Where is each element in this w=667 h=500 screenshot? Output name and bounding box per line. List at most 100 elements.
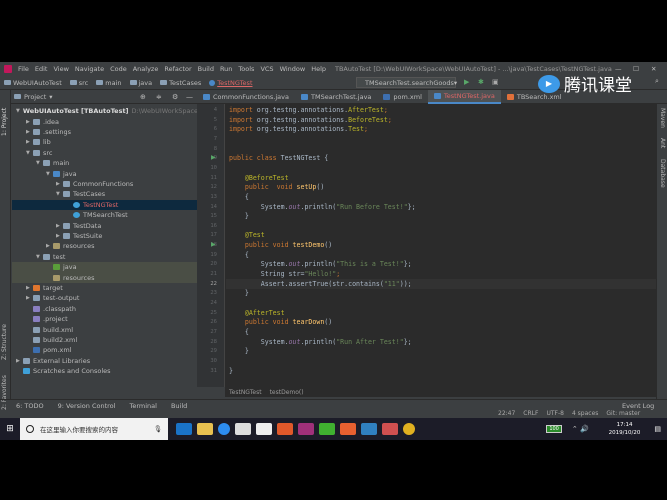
expanded-arrow-icon[interactable]: ▼ [36,254,43,260]
breadcrumb-item[interactable]: WebUIAutoTest [4,79,62,87]
taskbar-search[interactable]: 在这里输入你要搜索的内容 🎙 [20,418,168,440]
file-explorer-icon[interactable] [197,423,213,435]
tool-terminal[interactable]: Terminal [129,402,156,410]
breadcrumb-item[interactable]: TestCases [160,79,201,87]
tree-item[interactable]: ▼ src [12,148,197,158]
tree-item[interactable]: ▶ lib [12,137,197,147]
caret-position[interactable]: 22:47 [498,410,515,417]
tree-item[interactable]: ▶ TestSuite [12,231,197,241]
tool-build[interactable]: Build [171,402,187,410]
app-red-icon[interactable] [382,423,398,435]
tree-item[interactable]: ▼ WebUIAutoTest [TBAutoTest] D:\WebUIWorkS… [12,106,214,116]
collapsed-arrow-icon[interactable]: ▶ [26,119,33,125]
expanded-arrow-icon[interactable]: ▼ [26,150,33,156]
tree-item[interactable]: ▼ main [12,158,197,168]
hide-icon[interactable]: — [186,93,193,101]
breadcrumb-item[interactable]: main [96,79,122,87]
edge-icon[interactable] [176,423,192,435]
collapsed-arrow-icon[interactable]: ▶ [26,295,33,301]
run-config-dropdown[interactable]: TMSearchTest.searchGoods ▾ [356,77,457,88]
tree-item[interactable]: ▶ .settings [12,127,197,137]
coverage-icon[interactable]: ▣ [492,78,499,86]
tree-item[interactable]: ▶ CommonFunctions [12,179,197,189]
windows-start-icon[interactable]: ⊞ [0,424,20,434]
tree-item[interactable]: ▶ target [12,283,197,293]
tree-item[interactable]: ▼ java [12,168,197,178]
tree-item[interactable]: build2.xml [12,335,197,345]
camtasia-icon[interactable] [319,423,335,435]
menu-tools[interactable]: Tools [238,65,254,73]
breadcrumb-item[interactable]: src [69,79,88,87]
menu-refactor[interactable]: Refactor [164,65,191,73]
git-branch[interactable]: Git: master [606,410,640,417]
tree-item[interactable]: ▶ TestData [12,220,197,230]
notification-icon[interactable]: ▤ [654,425,661,433]
expanded-arrow-icon[interactable]: ▼ [36,160,43,166]
tree-item[interactable]: TMSearchTest [12,210,197,220]
collapsed-arrow-icon[interactable]: ▶ [26,139,33,145]
mail-icon[interactable] [256,423,272,435]
maximize-button[interactable]: ☐ [633,65,639,73]
close-button[interactable]: ✕ [651,65,656,73]
debug-icon[interactable]: ✱ [478,78,484,86]
code-editor[interactable]: 4 5 6 7 8 9 10 11 12 13 14 15 16 17 18 19 20 21 22 23 24 25 26… [197,104,656,387]
clock[interactable]: 17:14 2019/10/20 [609,421,641,437]
tab-pom-xml[interactable]: pom.xml [377,90,428,104]
menu-vcs[interactable]: VCS [260,65,273,73]
breadcrumb-item[interactable]: java [129,79,152,87]
clock-app-icon[interactable] [218,423,230,435]
tool-structure[interactable]: Z: Structure [1,324,8,360]
store-icon[interactable] [235,423,251,435]
expanded-arrow-icon[interactable]: ▼ [16,108,20,114]
menu-code[interactable]: Code [110,65,127,73]
menu-build[interactable]: Build [198,65,214,73]
tree-item[interactable]: pom.xml [12,345,197,355]
collapsed-arrow-icon[interactable]: ▶ [56,223,63,229]
menu-file[interactable]: File [18,65,29,73]
crumb-class[interactable]: TestNGTest [229,389,262,396]
tab-testngtest-java[interactable]: TestNGTest.java [427,90,501,104]
window-app-icon[interactable] [361,423,377,435]
run-method-icon[interactable]: ▶ [211,241,216,248]
menu-edit[interactable]: Edit [35,65,48,73]
collapse-icon[interactable]: ≑ [156,93,162,101]
tab-tbsearch-xml[interactable]: TBSearch.xml [501,90,568,104]
tree-item[interactable]: ▶ External Libraries [12,356,197,366]
line-separator[interactable]: CRLF [523,410,538,417]
indent-setting[interactable]: 4 spaces [572,410,598,417]
search-everywhere-icon[interactable]: ⌕ [655,77,659,86]
chrome-icon[interactable] [403,423,415,435]
tree-item[interactable]: .project [12,314,197,324]
menu-window[interactable]: Window [280,65,306,73]
menu-help[interactable]: Help [311,65,326,73]
gear-icon[interactable]: ⚙ [172,93,178,101]
event-log-button[interactable]: Event Log [622,402,654,410]
tree-item[interactable]: ▼ test [12,252,197,262]
collapsed-arrow-icon[interactable]: ▶ [56,233,63,239]
collapsed-arrow-icon[interactable]: ▶ [46,243,53,249]
tab-tmsearchtest-java[interactable]: TMSearchTest.java [295,90,377,104]
crumb-method[interactable]: testDemo() [270,389,304,396]
file-encoding[interactable]: UTF-8 [546,410,564,417]
tree-item[interactable]: resources [12,272,197,283]
menu-run[interactable]: Run [220,65,232,73]
tool-ant[interactable]: Ant [659,138,666,148]
intellij-taskbar-icon[interactable] [298,423,314,435]
tree-item[interactable]: ▶ resources [12,241,197,251]
tree-item[interactable]: TestNGTest [12,199,197,210]
powerpoint-icon[interactable] [277,423,293,435]
breadcrumb-item[interactable]: TestNGTest [209,79,253,87]
tree-item[interactable]: java [12,262,197,273]
tree-item[interactable]: ▶ .idea [12,116,197,126]
project-view-dropdown[interactable]: Project ▾ [14,93,53,101]
microphone-icon[interactable]: 🎙 [154,425,162,433]
tree-item[interactable]: Scratches and Consoles [12,366,197,376]
tree-item[interactable]: build.xml [12,324,197,334]
collapsed-arrow-icon[interactable]: ▶ [26,129,33,135]
menu-view[interactable]: View [53,65,68,73]
collapsed-arrow-icon[interactable]: ▶ [16,358,23,364]
tool-version-control[interactable]: 9: Version Control [58,402,116,410]
tab-commonfunctions-java[interactable]: CommonFunctions.java [197,90,295,104]
locate-icon[interactable]: ⊕ [140,93,146,101]
menu-navigate[interactable]: Navigate [75,65,104,73]
